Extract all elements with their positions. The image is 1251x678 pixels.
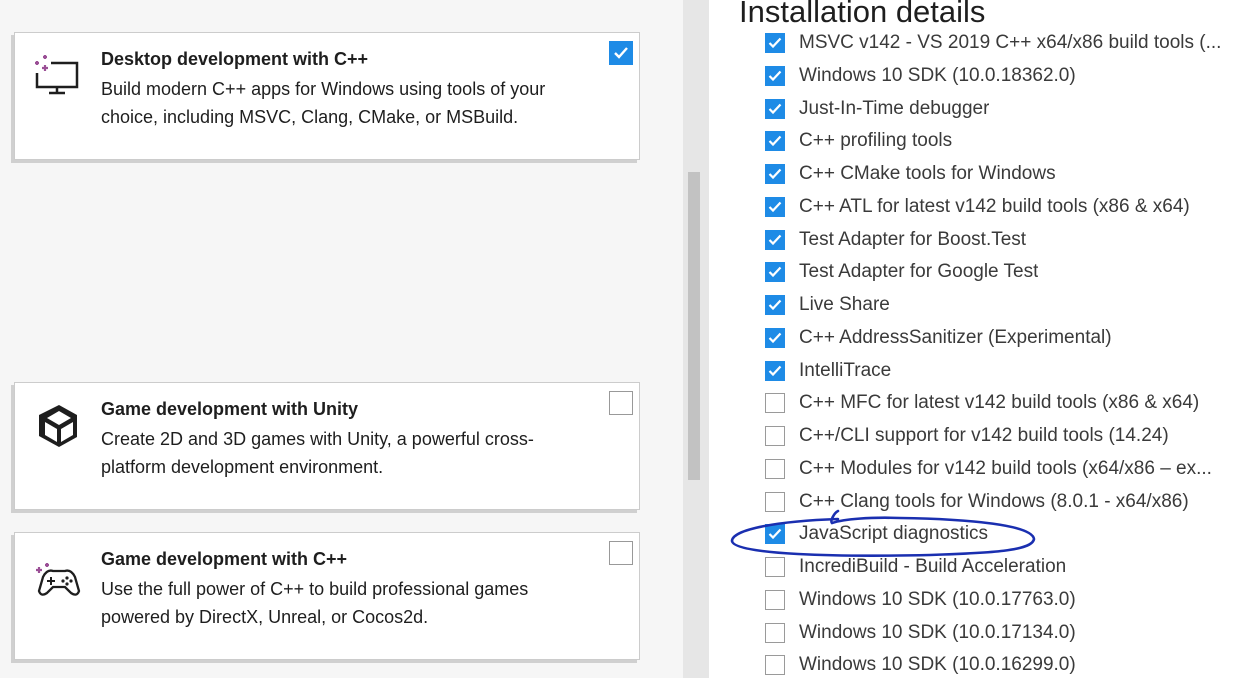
checkmark-icon [768,332,782,343]
checkmark-icon [768,37,782,49]
component-item[interactable]: C++ AddressSanitizer (Experimental) [765,323,1245,353]
component-label: C++ Clang tools for Windows (8.0.1 - x64… [799,490,1189,512]
component-checkbox[interactable] [765,295,785,315]
component-item[interactable]: C++/CLI support for v142 build tools (14… [765,421,1245,451]
checkmark-icon [768,201,782,212]
checkmark-icon [768,528,782,540]
component-checkbox[interactable] [765,131,785,152]
component-item[interactable]: Just-In-Time debugger [765,94,1245,124]
component-label: JavaScript diagnostics [799,523,989,545]
component-item[interactable]: Windows 10 SDK (10.0.17134.0) [765,618,1245,648]
component-checkbox[interactable] [765,229,785,250]
component-label: Just-In-Time debugger [799,97,990,119]
component-label: C++ profiling tools [799,130,953,152]
component-checkbox[interactable] [765,589,785,610]
component-item[interactable]: Live Share [765,290,1245,320]
workload-checkbox[interactable] [609,541,633,565]
workload-card-unity[interactable]: Game development with Unity Create 2D an… [14,382,640,510]
workload-description: Build modern C++ apps for Windows using … [101,79,546,127]
component-checkbox[interactable] [765,98,785,119]
component-label: C++ CMake tools for Windows [799,163,1056,184]
workload-description: Use the full power of C++ to build profe… [101,579,529,627]
component-label: C++ MFC for latest v142 build tools (x86… [799,392,1200,414]
checkmark-icon [768,234,782,245]
component-item[interactable]: MSVC v142 - VS 2019 C++ x64/x86 build to… [765,28,1245,58]
component-checkbox[interactable] [765,458,785,479]
component-label: Test Adapter for Boost.Test [799,228,1027,250]
component-checkbox[interactable] [765,196,785,217]
workload-card-game-cpp[interactable]: Game development with C++ Use the full p… [14,532,640,660]
component-checkbox[interactable] [765,360,785,381]
checkmark-icon [614,47,628,59]
workload-title: Desktop development with C++ [101,49,369,69]
component-checkbox[interactable] [765,164,785,184]
workloads-pane: Desktop development with C++ Build moder… [0,0,683,678]
scrollbar-thumb[interactable] [688,172,700,480]
component-label: C++ AddressSanitizer (Experimental) [799,326,1112,348]
component-item[interactable]: Test Adapter for Boost.Test [765,225,1245,255]
component-label: Windows 10 SDK (10.0.17134.0) [799,621,1076,643]
component-item[interactable]: C++ MFC for latest v142 build tools (x86… [765,388,1245,418]
component-label: Windows 10 SDK (10.0.17763.0) [799,588,1076,610]
component-item[interactable]: C++ profiling tools [765,126,1245,156]
component-item[interactable]: C++ CMake tools for Windows [765,159,1245,189]
component-item[interactable]: Windows 10 SDK (10.0.17763.0) [765,585,1245,615]
workload-description: Create 2D and 3D games with Unity, a pow… [101,429,534,477]
desktop-monitor-icon [35,55,79,95]
components-list: MSVC v142 - VS 2019 C++ x64/x86 build to… [709,26,1251,678]
component-checkbox[interactable] [765,655,785,676]
workload-title: Game development with C++ [101,549,348,569]
component-label: Live Share [799,294,890,315]
workload-checkbox[interactable] [609,41,633,65]
checkmark-icon [768,168,782,180]
component-label: C++/CLI support for v142 build tools (14… [799,425,1169,446]
component-label: Windows 10 SDK (10.0.16299.0) [799,654,1076,676]
gamepad-icon [36,563,81,596]
component-checkbox[interactable] [765,327,785,348]
checkmark-icon [768,365,782,376]
unity-logo-icon [39,405,77,447]
component-checkbox[interactable] [765,491,785,512]
component-item[interactable]: IncrediBuild - Build Acceleration [765,552,1245,582]
component-checkbox[interactable] [765,622,785,643]
component-checkbox[interactable] [765,426,785,446]
checkmark-icon [768,135,782,147]
checkmark-icon [768,299,782,311]
component-checkbox[interactable] [765,524,785,545]
component-label: MSVC v142 - VS 2019 C++ x64/x86 build to… [799,32,1222,53]
component-label: Windows 10 SDK (10.0.18362.0) [799,64,1076,86]
checkmark-icon [768,103,782,114]
component-item[interactable]: Windows 10 SDK (10.0.16299.0) [765,650,1245,678]
component-label: IntelliTrace [799,359,892,381]
workload-card-desktop-cpp[interactable]: Desktop development with C++ Build moder… [14,32,640,160]
workload-checkbox[interactable] [609,391,633,415]
checkmark-icon [768,70,782,81]
component-item[interactable]: C++ ATL for latest v142 build tools (x86… [765,192,1245,222]
component-item[interactable]: C++ Modules for v142 build tools (x64/x8… [765,454,1245,484]
component-checkbox[interactable] [765,65,785,86]
component-label: C++ Modules for v142 build tools (x64/x8… [799,457,1212,479]
component-label: Test Adapter for Google Test [799,261,1039,283]
component-item[interactable]: JavaScript diagnostics [765,519,1245,549]
component-item[interactable]: C++ Clang tools for Windows (8.0.1 - x64… [765,487,1245,517]
installation-details-pane: Installation details MSVC v142 - VS 2019… [709,0,1251,678]
component-checkbox[interactable] [765,557,785,577]
component-checkbox[interactable] [765,33,785,53]
workload-title: Game development with Unity [101,399,359,419]
component-item[interactable]: IntelliTrace [765,356,1245,386]
component-item[interactable]: Windows 10 SDK (10.0.18362.0) [765,61,1245,91]
component-checkbox[interactable] [765,262,785,283]
component-checkbox[interactable] [765,393,785,414]
checkmark-icon [768,266,782,278]
component-item[interactable]: Test Adapter for Google Test [765,257,1245,287]
component-label: IncrediBuild - Build Acceleration [799,556,1067,577]
component-label: C++ ATL for latest v142 build tools (x86… [799,195,1190,217]
